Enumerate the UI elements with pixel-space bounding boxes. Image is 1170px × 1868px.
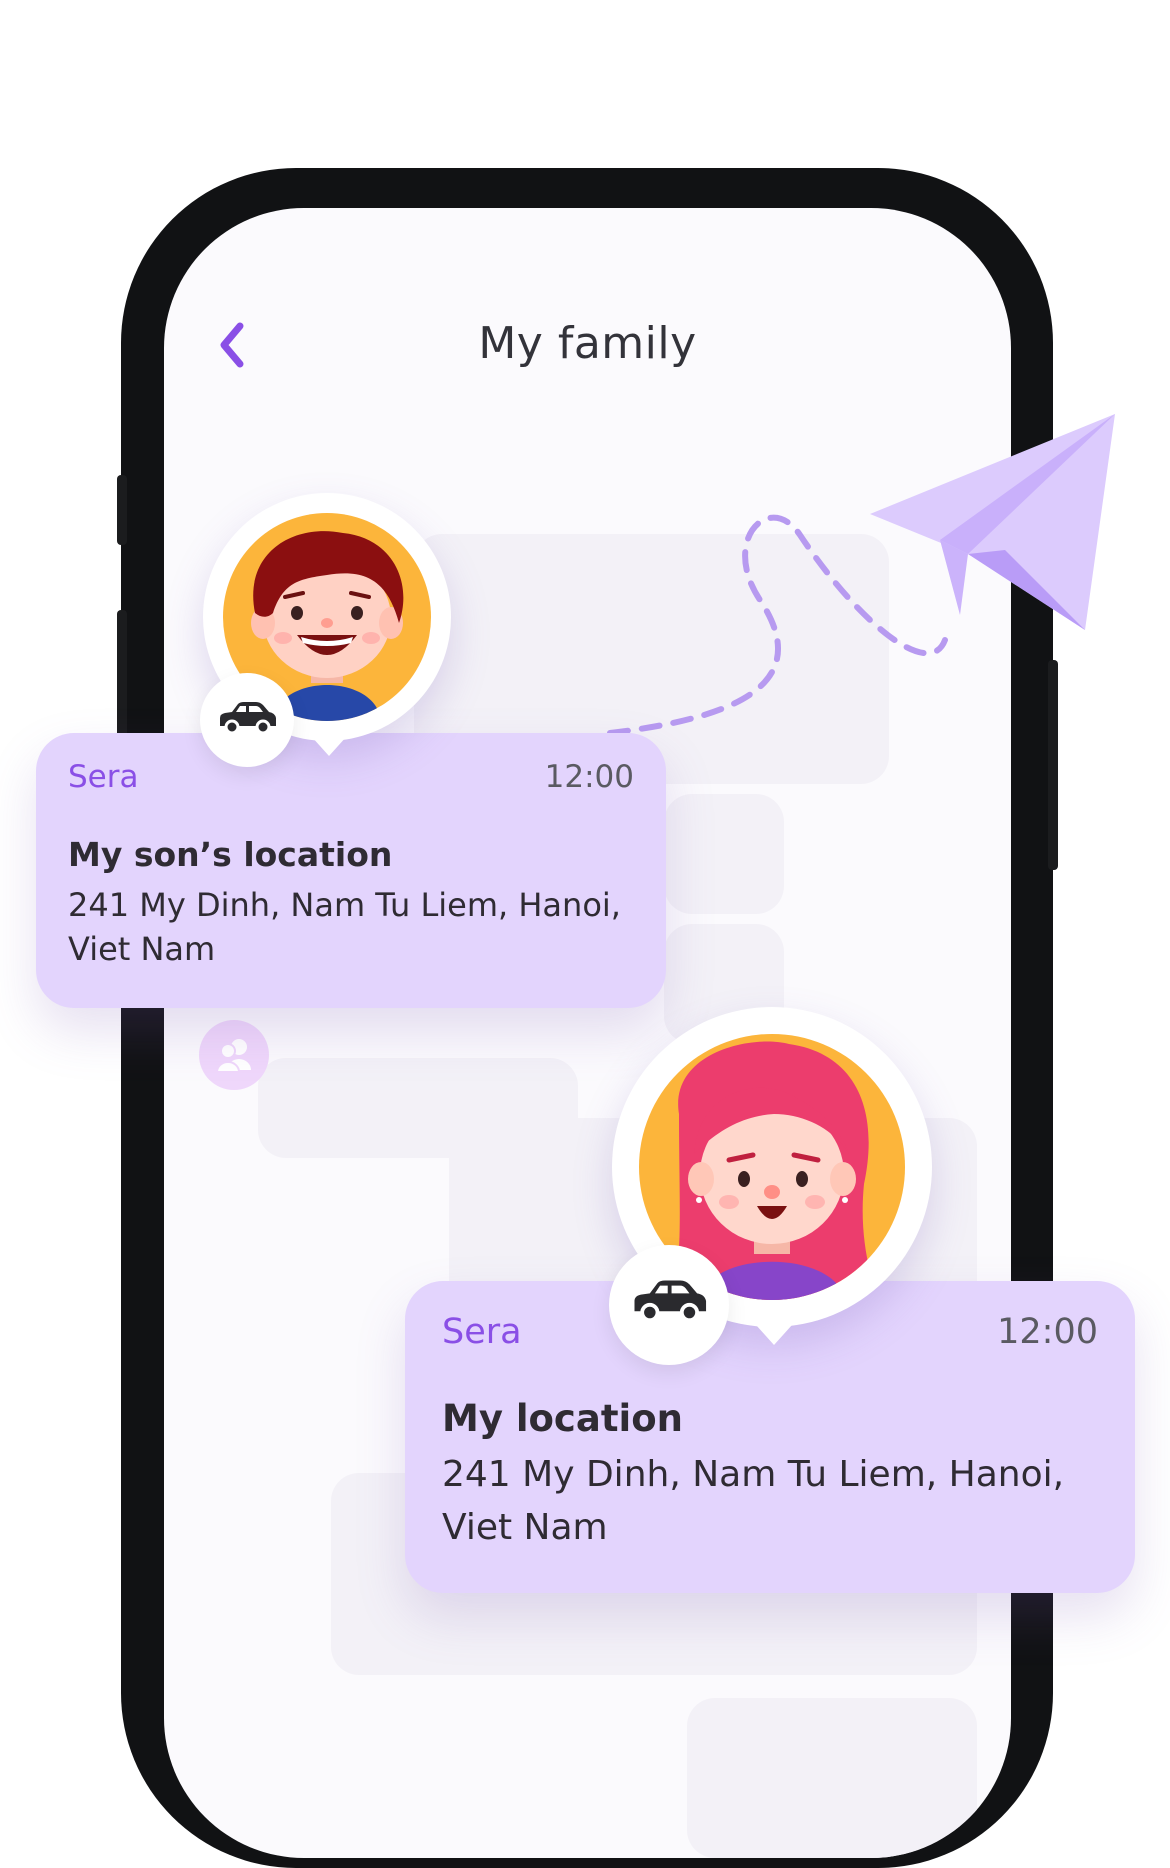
group-avatar[interactable]: [199, 1020, 269, 1090]
address-line-1: 241 My Dinh, Nam Tu Liem, Hanoi,: [68, 886, 621, 924]
users-icon: [215, 1039, 251, 1073]
pin-pointer: [756, 1325, 792, 1345]
message-time: 12:00: [997, 1312, 1098, 1352]
phone-side-button: [117, 475, 127, 545]
paper-plane-illustration: [607, 414, 1115, 736]
pin-pointer: [311, 736, 347, 756]
phone-side-button: [117, 610, 127, 750]
sender-name: Sera: [68, 759, 139, 795]
page-title: My family: [478, 318, 697, 369]
address-line-2: Viet Nam: [442, 1507, 608, 1548]
car-icon: [220, 702, 276, 735]
sender-name: Sera: [442, 1312, 522, 1352]
message-time: 12:00: [544, 759, 634, 795]
car-icon: [634, 1280, 707, 1323]
message-placeholder: [687, 1698, 977, 1858]
notification-title: My son’s location: [68, 835, 393, 874]
address-line-1: 241 My Dinh, Nam Tu Liem, Hanoi,: [442, 1454, 1065, 1495]
message-placeholder: [664, 794, 784, 914]
location-notification-card[interactable]: Sera 12:00 My son’s location 241 My Dinh…: [36, 733, 666, 1008]
address-line-2: Viet Nam: [68, 930, 216, 968]
notification-title: My location: [442, 1397, 683, 1440]
